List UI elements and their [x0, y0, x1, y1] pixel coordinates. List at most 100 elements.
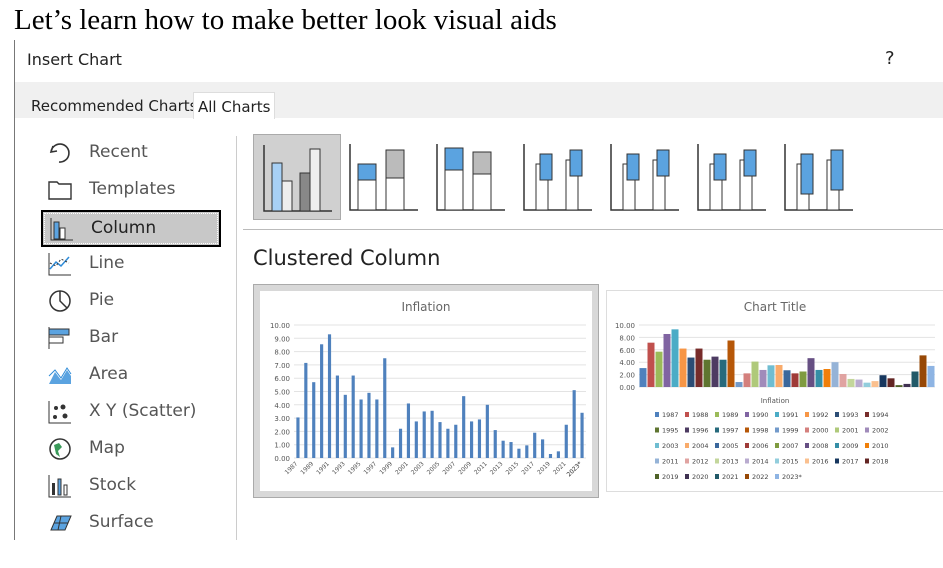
dialog-title: Insert Chart: [27, 50, 122, 69]
y-tick-label: 8.00: [274, 349, 290, 357]
legend-entry: 2017: [842, 458, 859, 466]
bar-2016: [525, 445, 529, 458]
nav-item-label: Area: [89, 364, 129, 384]
inflation-chart: Inflation 0.00 1.00 2.00 3.00 4.00 5.00 6.00 7.0…: [260, 291, 592, 491]
line-chart-icon: [48, 253, 71, 276]
legend-entry: 2001: [842, 427, 859, 435]
bar-2021: [911, 371, 919, 387]
bar-2013: [847, 378, 855, 387]
nav-item-label: Templates: [89, 179, 176, 199]
3d-clustered-column-icon: [523, 144, 592, 211]
bar-2020: [556, 451, 560, 458]
legend-swatch: [775, 474, 779, 479]
bar-2015: [863, 382, 871, 387]
legend-entry: 2014: [752, 458, 769, 466]
legend-swatch: [865, 443, 869, 448]
y-tick-label: 7.00: [274, 362, 290, 370]
nav-item-column[interactable]: Column: [41, 210, 221, 247]
divider: [236, 136, 237, 540]
nav-item-recent[interactable]: Recent: [41, 136, 217, 169]
legend-swatch: [655, 412, 659, 417]
legend-entry: 2018: [872, 458, 889, 466]
bar-2015: [517, 448, 521, 458]
y-tick-label: 5.00: [274, 389, 290, 397]
chart-type-3d-clustered-column[interactable]: [514, 134, 600, 218]
chart-type-clustered-column[interactable]: [253, 134, 341, 220]
bar-2011: [485, 404, 489, 458]
legend-swatch: [685, 474, 689, 479]
legend-swatch: [805, 458, 809, 464]
bar-2013: [501, 440, 505, 458]
chart-type-3d-stacked-column[interactable]: [601, 134, 687, 218]
bar-2008: [807, 358, 815, 387]
y-tick-label: 3.00: [274, 415, 290, 423]
map-icon: [49, 438, 71, 460]
nav-item-x-y-scatter[interactable]: X Y (Scatter): [41, 395, 217, 428]
legend-entry: 2002: [872, 427, 889, 435]
nav-item-bar[interactable]: Bar: [41, 321, 217, 354]
bar-1998: [383, 358, 387, 458]
legend-entry: 2019: [662, 473, 679, 481]
selected-type-label: Clustered Column: [253, 246, 441, 270]
scatter-chart-icon: [48, 401, 71, 424]
divider: [243, 229, 943, 230]
bar-2009: [815, 369, 823, 387]
legend-swatch: [745, 474, 749, 479]
y-tick-label: 4.00: [274, 402, 290, 410]
bar-1997: [719, 359, 727, 387]
chart-title: Chart Title: [744, 300, 807, 314]
chart-type-stacked-column[interactable]: [340, 134, 426, 218]
legend-swatch: [865, 412, 869, 417]
stock-chart-icon: [48, 475, 71, 498]
nav-item-map[interactable]: Map: [41, 432, 217, 465]
y-tick-label: 6.00: [274, 375, 290, 383]
bar-2004: [775, 364, 783, 387]
legend-swatch: [655, 458, 659, 464]
legend-entry: 2020: [692, 473, 709, 481]
bar-2001: [406, 403, 411, 458]
bar-2006: [446, 428, 450, 458]
legend-swatch: [655, 443, 659, 448]
bar-2000: [398, 428, 403, 458]
preview-option-1[interactable]: Inflation 0.00 1.00 2.00 3.00 4.00 5.00 6.00 7.0…: [253, 284, 599, 498]
bar-1991: [671, 329, 679, 387]
y-tick-label: 4.00: [619, 359, 635, 367]
legend-entry: 1999: [782, 427, 799, 435]
nav-item-label: Map: [89, 438, 125, 458]
legend-swatch: [715, 427, 719, 433]
bar-1992: [335, 375, 339, 458]
y-tick-label: 2.00: [274, 428, 290, 436]
bar-1998: [727, 340, 735, 387]
legend-entry: 1996: [692, 427, 709, 435]
preview-option-2[interactable]: Chart Title 0.00 2.00 4.00 6.00 8.00 10.00 Infl…: [606, 290, 943, 492]
chart-type-3d-100-stacked-column[interactable]: [688, 134, 774, 218]
bar-1996: [711, 356, 719, 387]
chart-type-100-stacked-column[interactable]: [427, 134, 513, 218]
100-stacked-column-icon: [436, 144, 505, 211]
legend-entry: 1992: [812, 411, 829, 419]
nav-item-label: Line: [89, 253, 125, 273]
bar-2019: [548, 454, 553, 458]
nav-item-area[interactable]: Area: [41, 358, 217, 391]
bar-2007: [799, 371, 807, 387]
3d-100-stacked-column-icon: [697, 144, 766, 211]
legend-swatch: [685, 427, 689, 433]
tab-recommended-charts[interactable]: Recommended Charts: [27, 92, 202, 118]
bar-2018: [541, 439, 545, 458]
nav-item-templates[interactable]: Templates: [41, 173, 217, 206]
legend-entry: 2021: [722, 473, 739, 481]
nav-item-stock[interactable]: Stock: [41, 469, 217, 502]
nav-item-pie[interactable]: Pie: [41, 284, 217, 317]
nav-item-surface[interactable]: Surface: [41, 506, 217, 539]
legend-entry: 2012: [692, 458, 709, 466]
bar-2018: [887, 378, 895, 387]
nav-item-line[interactable]: Line: [41, 247, 217, 280]
tab-all-charts[interactable]: All Charts: [193, 92, 276, 119]
chart-type-3d-column[interactable]: [775, 134, 861, 218]
nav-item-label: Pie: [89, 290, 115, 310]
bar-2020: [903, 383, 911, 387]
help-button[interactable]: ?: [885, 48, 895, 69]
surface-chart-icon: [50, 515, 72, 531]
bar-2007: [454, 424, 458, 458]
bar-1988: [647, 342, 655, 387]
